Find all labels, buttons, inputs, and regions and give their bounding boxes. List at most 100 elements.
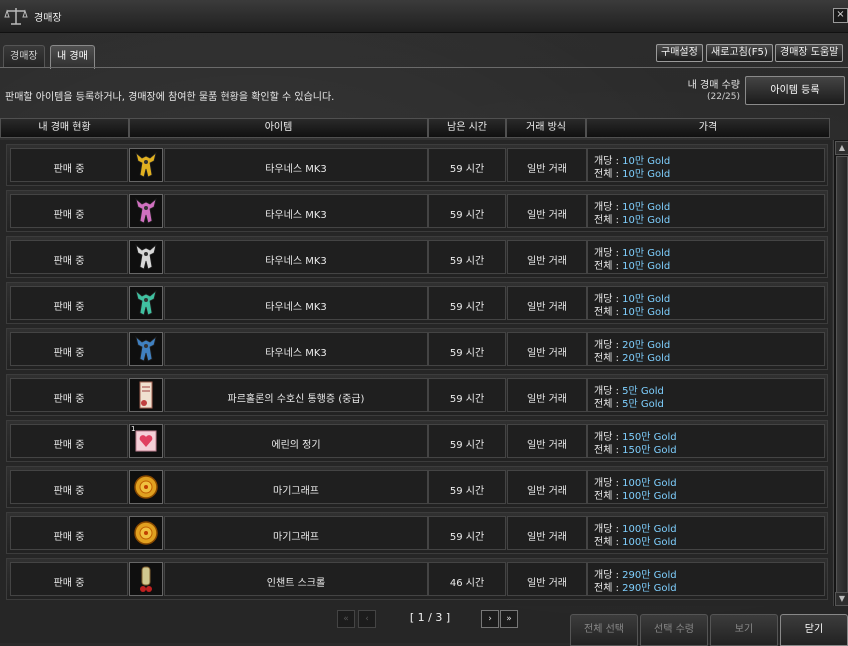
total-price-label: 전체 : — [594, 399, 619, 410]
scroll-up-icon[interactable]: ▲ — [835, 141, 848, 155]
table-row[interactable]: 판매 중 마기그래프 59 시간 일반 거래 개당 : 100만 Gold 전체 : 10… — [6, 512, 828, 554]
total-price-label: 전체 : — [594, 353, 619, 364]
price-cell: 개당 : 10만 Gold 전체 : 10만 Gold — [587, 194, 825, 228]
close-button[interactable]: × — [833, 8, 848, 23]
time-cell: 59 시간 — [428, 378, 506, 412]
status-cell: 판매 중 — [10, 148, 128, 182]
receive-selected-button[interactable]: 선택 수령 — [640, 614, 708, 646]
total-price-line: 전체 : 100만 Gold — [594, 533, 677, 548]
table-row[interactable]: 판매 중 타우네스 MK3 59 시간 일반 거래 개당 : 10만 Gold 전체 : … — [6, 236, 828, 278]
item-name-cell: 타우네스 MK3 — [164, 286, 428, 320]
trade-method: 일반 거래 — [527, 348, 567, 359]
total-price-label: 전체 : — [594, 307, 619, 318]
price-cell: 개당 : 5만 Gold 전체 : 5만 Gold — [587, 378, 825, 412]
item-name: 인챈트 스크롤 — [266, 578, 326, 589]
tab-auction[interactable]: 경매장 — [3, 45, 45, 68]
total-price-label: 전체 : — [594, 215, 619, 226]
table-row[interactable]: 판매 중 타우네스 MK3 59 시간 일반 거래 개당 : 20만 Gold 전체 : … — [6, 328, 828, 370]
trade-method: 일반 거래 — [527, 578, 567, 589]
enchant-scroll-icon — [129, 562, 163, 596]
select-all-button[interactable]: 전체 선택 — [570, 614, 638, 646]
total-price-value: 20만 Gold — [622, 353, 671, 364]
time-remaining: 59 시간 — [449, 486, 485, 497]
trade-method: 일반 거래 — [527, 394, 567, 405]
scroll-down-icon[interactable]: ▼ — [835, 592, 848, 606]
armor-blue-icon — [129, 332, 163, 366]
total-price-value: 5만 Gold — [622, 399, 664, 410]
table-row[interactable]: 판매 중 타우네스 MK3 59 시간 일반 거래 개당 : 10만 Gold 전체 : … — [6, 144, 828, 186]
refresh-button[interactable]: 새로고침(F5) — [706, 44, 773, 62]
item-name: 파르홀론의 수호신 통행증 (중급) — [227, 394, 365, 405]
price-cell: 개당 : 100만 Gold 전체 : 100만 Gold — [587, 470, 825, 504]
total-price-value: 100만 Gold — [622, 537, 677, 548]
last-page-icon[interactable]: » — [500, 610, 518, 628]
table-row[interactable]: 판매 중 파르홀론의 수호신 통행증 (중급) 59 시간 일반 거래 개당 : 5만 … — [6, 374, 828, 416]
method-cell: 일반 거래 — [507, 240, 587, 274]
time-remaining: 59 시간 — [449, 256, 485, 267]
total-price-label: 전체 : — [594, 169, 619, 180]
buy-settings-button[interactable]: 구매설정 — [656, 44, 703, 62]
method-cell: 일반 거래 — [507, 424, 587, 458]
table-row[interactable]: 판매 중 인챈트 스크롤 46 시간 일반 거래 개당 : 290만 Gold 전체 : … — [6, 558, 828, 600]
status-cell: 판매 중 — [10, 516, 128, 550]
table-row[interactable]: 판매 중 마기그래프 59 시간 일반 거래 개당 : 100만 Gold 전체 : 10… — [6, 466, 828, 508]
item-name-cell: 타우네스 MK3 — [164, 240, 428, 274]
total-price-line: 전체 : 20만 Gold — [594, 349, 670, 364]
total-price-value: 10만 Gold — [622, 261, 671, 272]
first-page-icon[interactable]: « — [337, 610, 355, 628]
heart-card-icon: 1 — [129, 424, 163, 458]
total-price-line: 전체 : 10만 Gold — [594, 257, 670, 272]
method-cell: 일반 거래 — [507, 148, 587, 182]
table-row[interactable]: 판매 중 타우네스 MK3 59 시간 일반 거래 개당 : 10만 Gold 전체 : … — [6, 190, 828, 232]
total-price-line: 전체 : 5만 Gold — [594, 395, 664, 410]
method-cell: 일반 거래 — [507, 562, 587, 596]
status-text: 판매 중 — [53, 256, 85, 267]
item-name: 타우네스 MK3 — [265, 256, 327, 267]
prev-page-icon[interactable]: ‹ — [358, 610, 376, 628]
price-cell: 개당 : 10만 Gold 전체 : 10만 Gold — [587, 286, 825, 320]
price-cell: 개당 : 100만 Gold 전체 : 100만 Gold — [587, 516, 825, 550]
status-cell: 판매 중 — [10, 378, 128, 412]
time-remaining: 59 시간 — [449, 440, 485, 451]
item-name-cell: 타우네스 MK3 — [164, 332, 428, 366]
price-cell: 개당 : 10만 Gold 전체 : 10만 Gold — [587, 148, 825, 182]
next-page-icon[interactable]: › — [481, 610, 499, 628]
item-name: 타우네스 MK3 — [265, 302, 327, 313]
total-price-label: 전체 : — [594, 445, 619, 456]
table-row[interactable]: 판매 중 타우네스 MK3 59 시간 일반 거래 개당 : 10만 Gold 전체 : … — [6, 282, 828, 324]
gold-medal-icon — [129, 516, 163, 550]
column-header-status: 내 경매 현황 — [0, 118, 129, 138]
scrollbar[interactable]: ▲ ▼ — [833, 140, 848, 606]
item-name: 타우네스 MK3 — [265, 164, 327, 175]
table-row[interactable]: 판매 중 1 에린의 정기 59 시간 일반 거래 개당 : 150만 Gold 전체 : … — [6, 420, 828, 462]
scroll-thumb[interactable] — [836, 156, 848, 598]
method-cell: 일반 거래 — [507, 286, 587, 320]
scales-icon — [4, 8, 28, 25]
status-text: 판매 중 — [53, 532, 85, 543]
time-cell: 59 시간 — [428, 516, 506, 550]
status-cell: 판매 중 — [10, 424, 128, 458]
price-cell: 개당 : 150만 Gold 전체 : 150만 Gold — [587, 424, 825, 458]
time-cell: 59 시간 — [428, 194, 506, 228]
time-remaining: 59 시간 — [449, 302, 485, 313]
tab-divider — [0, 67, 848, 68]
auction-count-value: (22/25) — [707, 92, 740, 102]
register-item-button[interactable]: 아이템 등록 — [745, 76, 845, 105]
total-price-value: 10만 Gold — [622, 215, 671, 226]
close-window-button[interactable]: 닫기 — [780, 614, 848, 646]
column-header-item: 아이템 — [129, 118, 428, 138]
total-price-value: 10만 Gold — [622, 169, 671, 180]
auction-list: 판매 중 타우네스 MK3 59 시간 일반 거래 개당 : 10만 Gold 전체 : … — [0, 140, 832, 606]
help-button[interactable]: 경매장 도움말 — [775, 44, 844, 62]
page-indicator: [ 1 / 3 ] — [409, 611, 451, 624]
time-remaining: 59 시간 — [449, 164, 485, 175]
column-header-time: 남은 시간 — [428, 118, 506, 138]
status-text: 판매 중 — [53, 348, 85, 359]
view-button[interactable]: 보기 — [710, 614, 778, 646]
status-cell: 판매 중 — [10, 240, 128, 274]
item-name-cell: 마기그래프 — [164, 516, 428, 550]
tab-my-auction[interactable]: 내 경매 — [50, 45, 95, 69]
trade-method: 일반 거래 — [527, 302, 567, 313]
total-price-line: 전체 : 100만 Gold — [594, 487, 677, 502]
total-price-value: 150만 Gold — [622, 445, 677, 456]
